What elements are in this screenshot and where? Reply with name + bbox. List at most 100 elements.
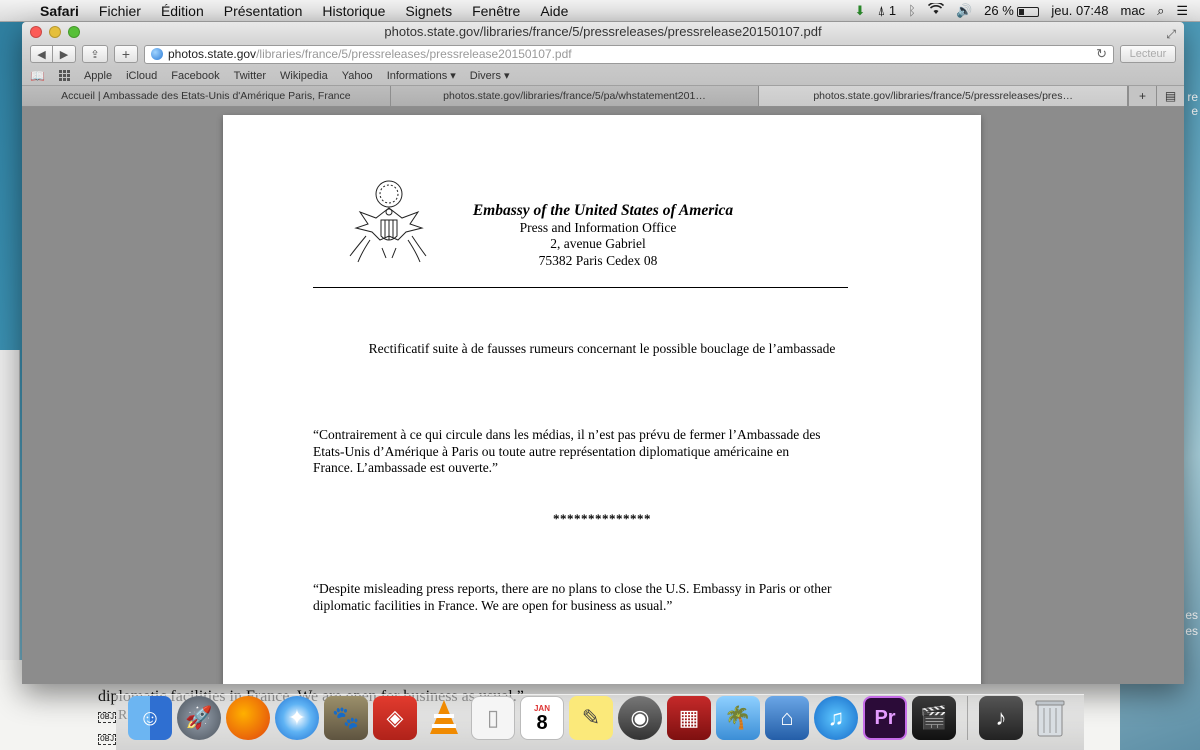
facetime-icon[interactable]: ◉: [618, 696, 662, 740]
window-titlebar: photos.state.gov/libraries/france/5/pres…: [22, 22, 1184, 42]
menu-fenetre[interactable]: Fenêtre: [462, 3, 530, 19]
gimp-icon[interactable]: 🐾: [324, 696, 368, 740]
notification-center-icon[interactable]: ☰: [1176, 3, 1188, 19]
clock[interactable]: jeu. 07:48: [1051, 3, 1108, 18]
forward-arrow-icon: ▶: [59, 48, 69, 61]
globe-icon: [151, 48, 163, 60]
safari-icon[interactable]: ✦: [275, 696, 319, 740]
pdf-viewer[interactable]: Embassy of the United States of America …: [22, 107, 1184, 684]
nav-buttons: ◀ ▶: [30, 45, 76, 63]
background-text-fragment: es: [1185, 624, 1198, 638]
tab-label: photos.state.gov/libraries/france/5/pres…: [813, 90, 1074, 102]
spotlight-icon[interactable]: ⌕: [1157, 3, 1164, 19]
firefox-icon[interactable]: [226, 696, 270, 740]
section-separator: **************: [553, 511, 651, 526]
tab-label: photos.state.gov/libraries/france/5/pa/w…: [443, 90, 706, 102]
new-tab-button[interactable]: +: [114, 45, 138, 63]
keynote-icon[interactable]: ⌂: [765, 696, 809, 740]
tab-label: Accueil | Ambassade des Etats-Unis d'Amé…: [61, 90, 351, 102]
bookmark-icloud[interactable]: iCloud: [126, 70, 157, 82]
tab-bar: Accueil | Ambassade des Etats-Unis d'Amé…: [22, 86, 1184, 107]
bookmark-folder-divers[interactable]: Divers ▾: [470, 69, 510, 82]
fullscreen-icon[interactable]: ⤢: [1166, 24, 1176, 44]
status-area: ⬇ ⍋ 1 ᛒ 🔊 26 % jeu. 07:48 mac ⌕ ☰: [855, 1, 1200, 19]
zoom-button[interactable]: [68, 26, 80, 38]
window-title: photos.state.gov/libraries/france/5/pres…: [384, 24, 822, 39]
tab-pressrelease[interactable]: photos.state.gov/libraries/france/5/pres…: [759, 86, 1129, 106]
plus-icon: +: [1139, 89, 1147, 103]
toolbar: ◀ ▶ ⇪ + photos.state.gov/libraries/franc…: [22, 42, 1184, 66]
premiere-pro-icon[interactable]: Pr: [863, 696, 907, 740]
menu-fichier[interactable]: Fichier: [89, 3, 151, 19]
menu-signets[interactable]: Signets: [395, 3, 462, 19]
itunes-icon[interactable]: ♫: [814, 696, 858, 740]
bluetooth-icon[interactable]: ᛒ: [908, 3, 916, 18]
share-button[interactable]: ⇪: [82, 45, 108, 63]
menu-aide[interactable]: Aide: [530, 3, 578, 19]
url-path: /libraries/france/5/pressreleases/pressr…: [256, 47, 572, 61]
menu-presentation[interactable]: Présentation: [214, 3, 313, 19]
bookmark-folder-informations[interactable]: Informations ▾: [387, 69, 456, 82]
bookmark-twitter[interactable]: Twitter: [234, 70, 266, 82]
background-text-fragment: e: [1191, 104, 1198, 118]
menu-historique[interactable]: Historique: [312, 3, 395, 19]
finder-icon[interactable]: ☺: [128, 696, 172, 740]
trash-icon[interactable]: [1028, 696, 1072, 740]
address-bar[interactable]: photos.state.gov/libraries/france/5/pres…: [144, 44, 1114, 64]
add-tab-button[interactable]: +: [1128, 86, 1157, 106]
user-menu[interactable]: mac: [1121, 3, 1146, 18]
back-button[interactable]: ◀: [30, 45, 53, 63]
sketchup-icon[interactable]: ◈: [373, 696, 417, 740]
iphoto-icon[interactable]: 🌴: [716, 696, 760, 740]
english-line: “Despite misleading press reports, there…: [313, 581, 832, 596]
music-folder-icon[interactable]: ♪: [979, 696, 1023, 740]
bookmark-facebook[interactable]: Facebook: [171, 70, 219, 82]
french-line: Etats-Unis d’Amérique à Paris ou toute a…: [313, 443, 790, 459]
wifi-icon[interactable]: [927, 1, 944, 18]
tab-embassy-home[interactable]: Accueil | Ambassade des Etats-Unis d'Amé…: [22, 86, 391, 106]
letterhead: Embassy of the United States of America …: [448, 202, 748, 269]
tab-whstatement[interactable]: photos.state.gov/libraries/france/5/pa/w…: [390, 86, 760, 106]
background-text-fragment: es: [1185, 608, 1198, 622]
volume-icon[interactable]: 🔊: [956, 3, 972, 19]
final-cut-icon[interactable]: 🎬: [912, 696, 956, 740]
top-sites-icon[interactable]: [58, 70, 70, 81]
reload-icon[interactable]: ↻: [1096, 46, 1107, 62]
tab-overview-button[interactable]: ▤: [1156, 86, 1184, 106]
adobe-status-item[interactable]: ⍋ 1: [877, 3, 896, 19]
reader-button[interactable]: Lecteur: [1120, 45, 1176, 63]
vlc-icon[interactable]: [422, 696, 466, 740]
minimize-button[interactable]: [49, 26, 61, 38]
bookmark-wikipedia[interactable]: Wikipedia: [280, 70, 328, 82]
launchpad-icon[interactable]: 🚀: [177, 696, 221, 740]
url-host: photos.state.gov: [168, 47, 257, 61]
stickies-icon[interactable]: ✎: [569, 696, 613, 740]
forward-button[interactable]: ▶: [53, 45, 76, 63]
dock: ☺ 🚀 ✦ 🐾 ◈ ▯ JAN 8 ✎ ◉ ▦ 🌴 ⌂ ♫ Pr 🎬 ♪: [116, 694, 1084, 750]
english-statement: “Despite misleading press reports, there…: [313, 581, 903, 614]
adobe-icon: ⍋: [877, 2, 886, 18]
french-statement: “Contrairement à ce qui circule dans les…: [313, 427, 903, 477]
photo-booth-icon[interactable]: ▦: [667, 696, 711, 740]
plus-icon: +: [121, 46, 131, 62]
us-seal-icon: [349, 180, 427, 263]
menu-app-safari[interactable]: Safari: [36, 3, 89, 19]
background-text-fragment: re: [1187, 90, 1198, 104]
bookmark-apple[interactable]: Apple: [84, 70, 112, 82]
french-line: “Contrairement à ce qui circule dans les…: [313, 427, 821, 442]
document-icon[interactable]: ▯: [471, 696, 515, 740]
close-button[interactable]: [30, 26, 42, 38]
battery-icon: [1017, 6, 1040, 17]
calendar-icon[interactable]: JAN 8: [520, 696, 564, 740]
share-icon: ⇪: [90, 48, 100, 61]
adobe-count: 1: [888, 2, 897, 18]
battery-percent: 26 %: [984, 3, 1014, 18]
bookmarks-bar: 📖 Apple iCloud Facebook Twitter Wikipedi…: [22, 66, 1184, 86]
letterhead-address: 2, avenue Gabriel: [550, 236, 646, 251]
download-status-icon[interactable]: ⬇: [855, 3, 866, 19]
menu-edition[interactable]: Édition: [151, 3, 214, 19]
battery-status[interactable]: 26 %: [984, 3, 1040, 18]
dock-separator: [967, 696, 968, 740]
reading-list-icon[interactable]: 📖: [30, 69, 45, 83]
bookmark-yahoo[interactable]: Yahoo: [342, 70, 373, 82]
